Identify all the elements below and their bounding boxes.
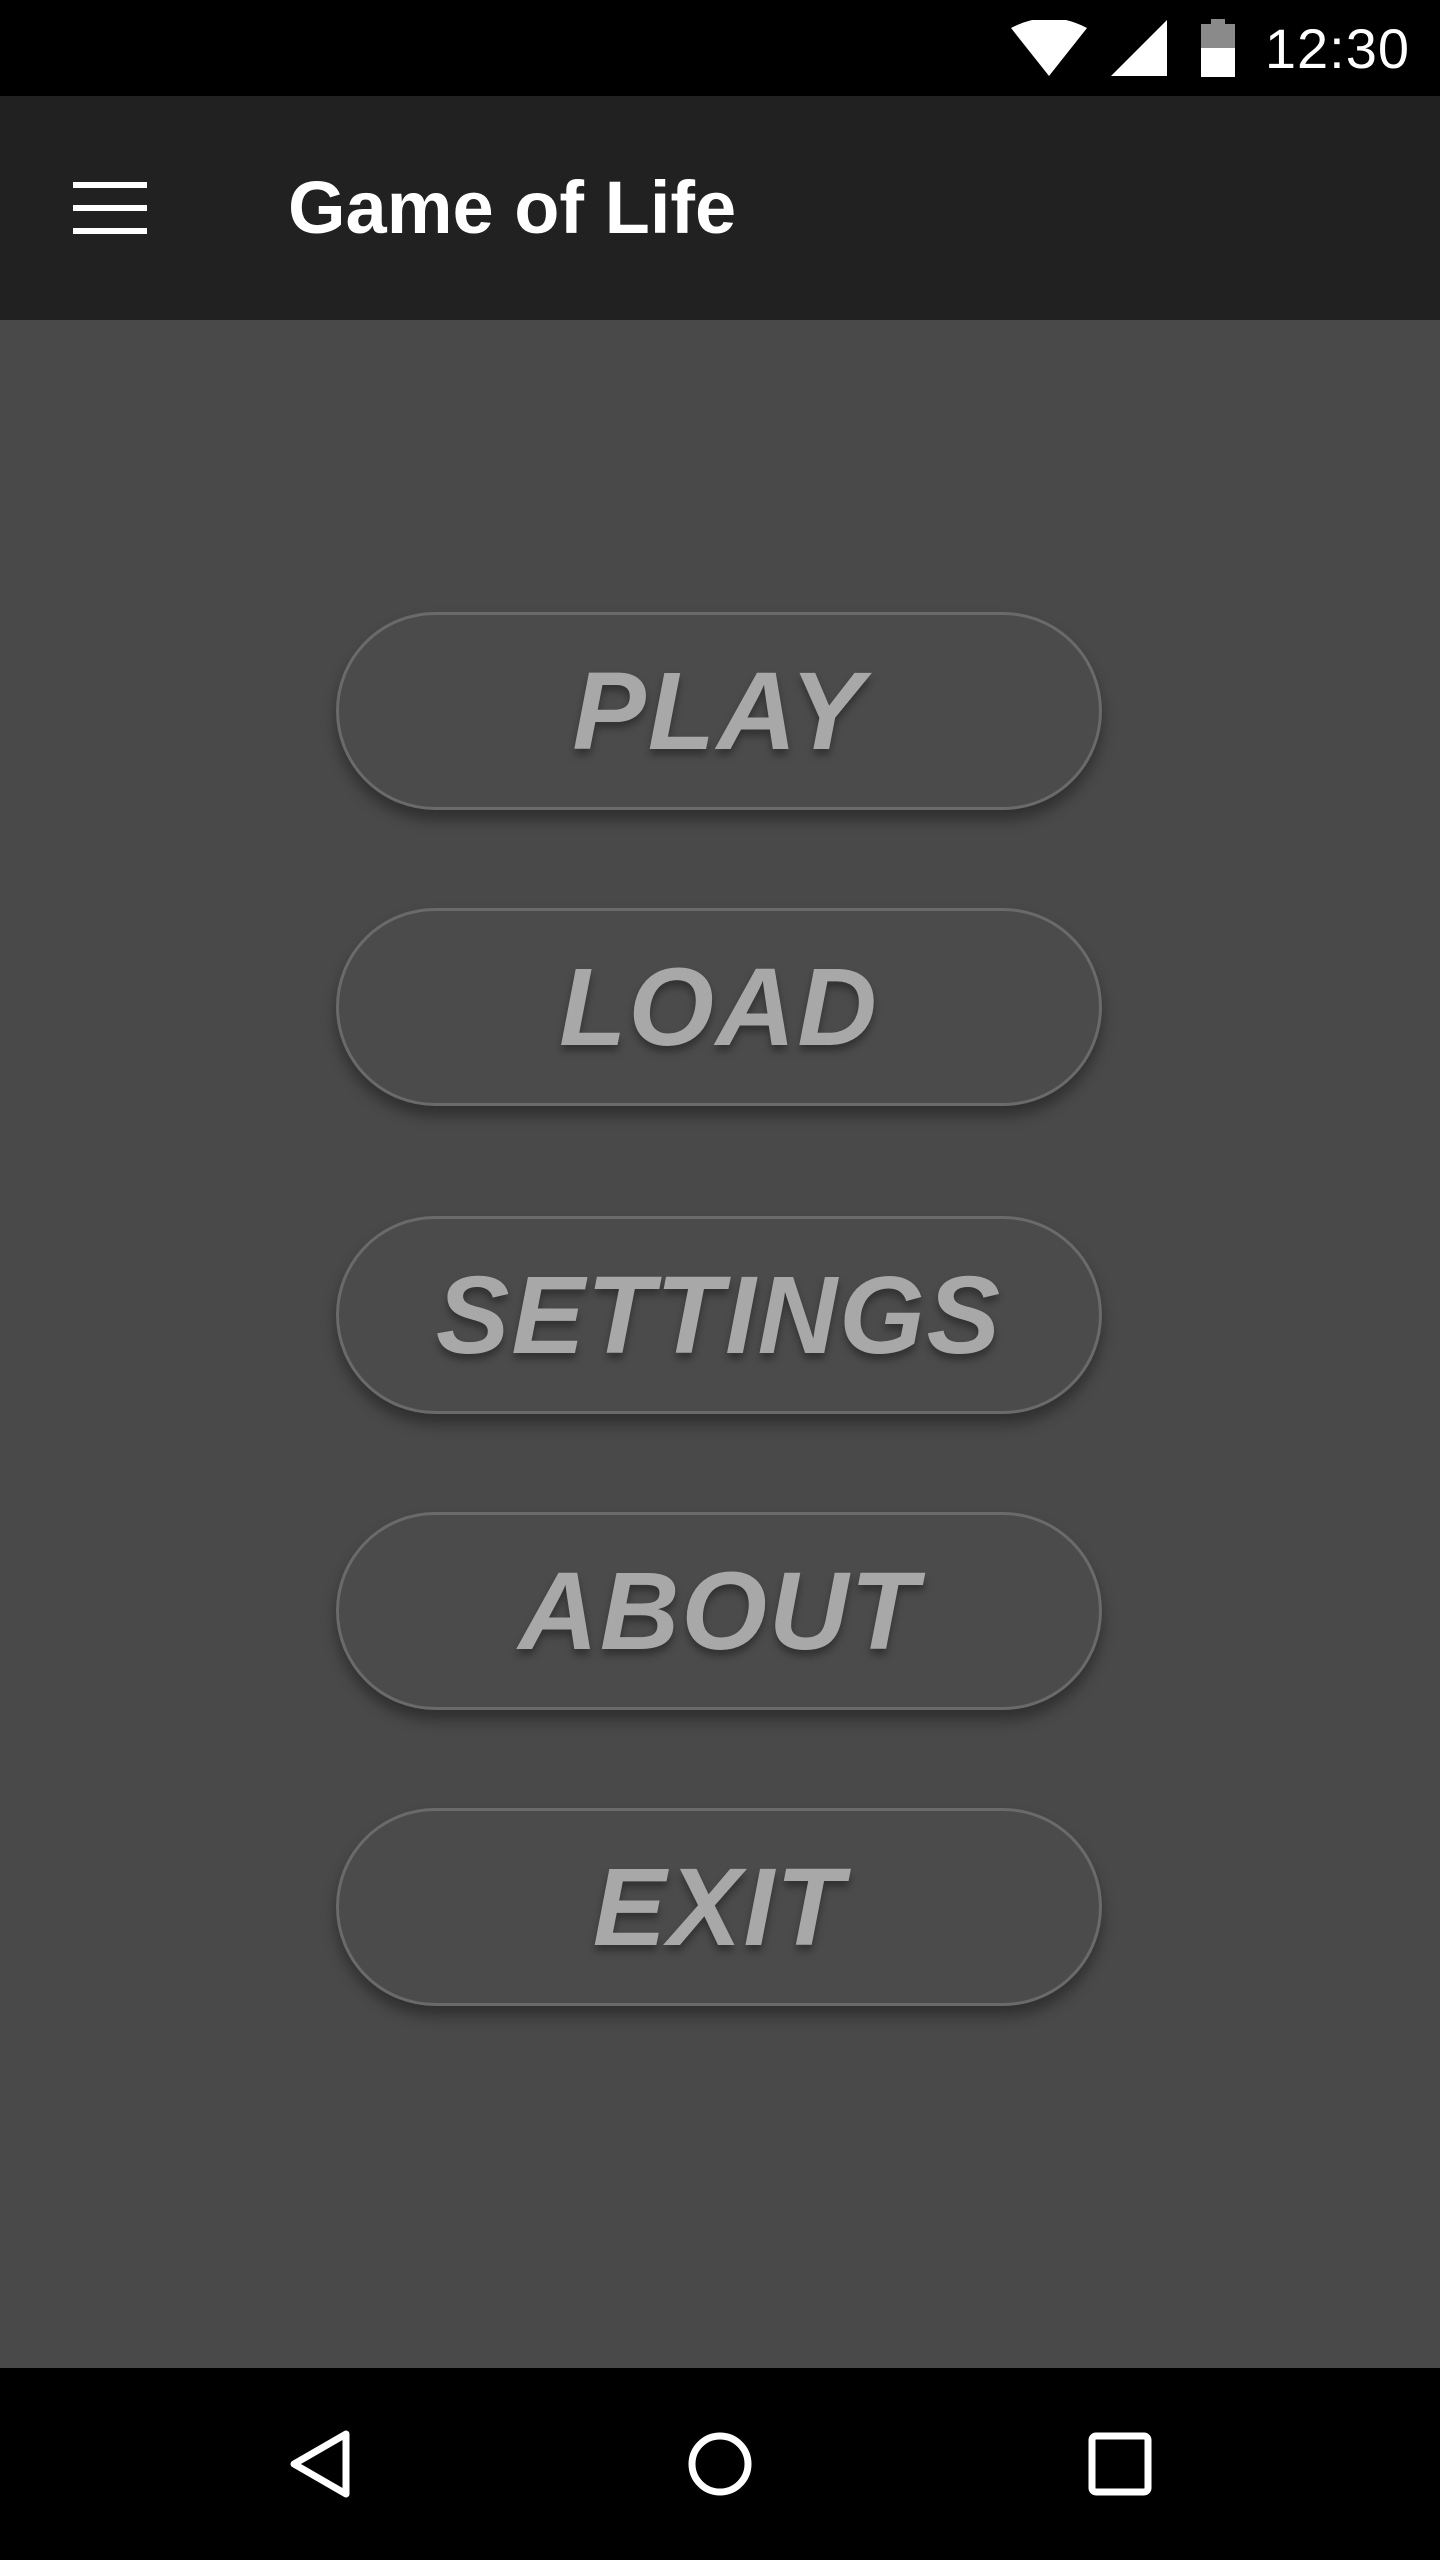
app-title: Game of Life [288, 166, 737, 249]
exit-button-label: EXIT [592, 1845, 846, 1969]
back-icon[interactable] [240, 2368, 400, 2560]
status-bar: 12:30 [0, 0, 1440, 96]
battery-icon [1200, 19, 1235, 77]
app-bar: Game of Life [0, 96, 1440, 320]
about-button-label: ABOUT [518, 1549, 920, 1673]
settings-button[interactable]: SETTINGS [336, 1216, 1102, 1414]
cell-signal-icon [1110, 20, 1167, 76]
status-time: 12:30 [1264, 16, 1410, 80]
status-icons: 12:30 [1010, 0, 1410, 96]
hamburger-menu-icon[interactable] [60, 166, 160, 250]
settings-button-label: SETTINGS [435, 1253, 1003, 1377]
load-button[interactable]: LOAD [336, 908, 1102, 1106]
recents-icon[interactable] [1040, 2368, 1200, 2560]
exit-button[interactable]: EXIT [336, 1808, 1102, 2006]
play-button[interactable]: PLAY [336, 612, 1102, 810]
wifi-icon [1010, 20, 1087, 76]
main-menu: PLAY LOAD SETTINGS ABOUT EXIT [0, 320, 1440, 2368]
home-icon[interactable] [640, 2368, 800, 2560]
navigation-bar [0, 2368, 1440, 2560]
load-button-label: LOAD [559, 945, 879, 1069]
play-button-label: PLAY [572, 649, 866, 773]
about-button[interactable]: ABOUT [336, 1512, 1102, 1710]
